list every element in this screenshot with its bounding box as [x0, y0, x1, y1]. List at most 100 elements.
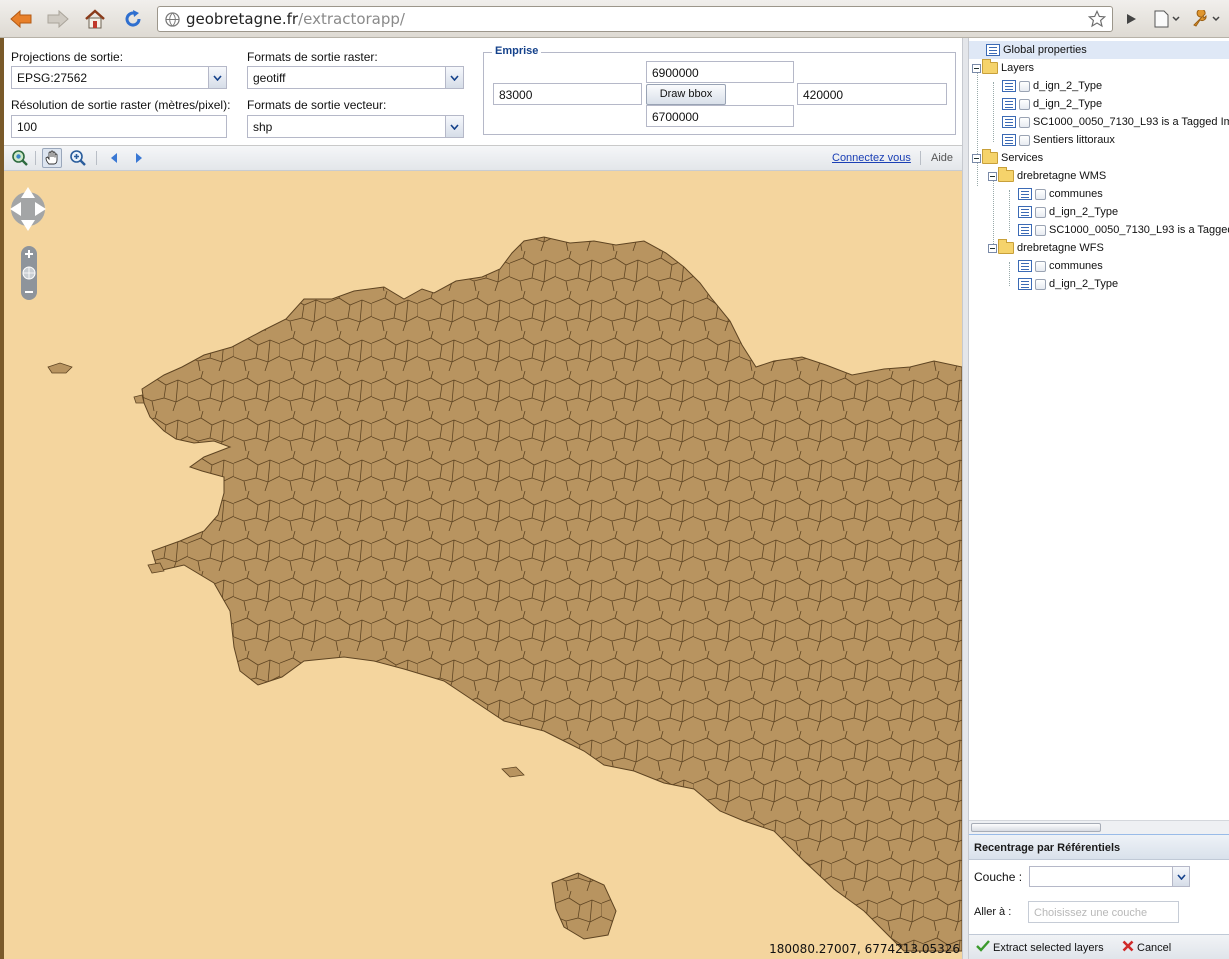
- login-link[interactable]: Connectez vous: [832, 152, 911, 164]
- tree-node-label: d_ign_2_Type: [1049, 206, 1119, 219]
- collapse-icon[interactable]: [988, 243, 997, 253]
- tree-guide: [1009, 190, 1010, 232]
- tree-node-label: d_ign_2_Type: [1049, 278, 1119, 291]
- reload-icon[interactable]: [120, 6, 146, 32]
- wrench-menu-icon[interactable]: [1190, 6, 1224, 32]
- vector-format-label: Formats de sortie vecteur:: [247, 98, 387, 112]
- tree-horizontal-scrollbar[interactable]: [969, 820, 1229, 834]
- recentrage-title: Recentrage par Référentiels: [969, 835, 1229, 860]
- check-icon: [976, 940, 990, 955]
- emprise-fieldset: Emprise 6900000 83000 Draw bbox 420000 6…: [483, 45, 956, 135]
- browser-toolbar: geobretagne.fr/extractorapp/: [0, 0, 1229, 38]
- tree-guide: [977, 64, 978, 186]
- cancel-button[interactable]: Cancel: [1122, 940, 1171, 955]
- chevron-down-icon[interactable]: [1172, 867, 1189, 886]
- layer-icon: [1018, 260, 1032, 273]
- extraction-options-form: Projections de sortie: EPSG:27562 Format…: [4, 38, 962, 146]
- tree-node-layer[interactable]: d_ign_2_Type: [1018, 203, 1118, 221]
- bbox-south-input[interactable]: 6700000: [646, 105, 794, 127]
- projection-select[interactable]: EPSG:27562: [11, 66, 227, 89]
- couche-select[interactable]: [1029, 866, 1190, 887]
- scrollbar-thumb[interactable]: [971, 823, 1101, 832]
- raster-format-select[interactable]: geotiff: [247, 66, 464, 89]
- layer-checkbox[interactable]: [1035, 260, 1046, 272]
- tree-node-layer[interactable]: SC1000_0050_7130_L93 is a Tagged Image: [1002, 113, 1229, 131]
- bbox-north-input[interactable]: 6900000: [646, 61, 794, 83]
- tree-node-layer[interactable]: communes: [1018, 257, 1103, 275]
- layer-icon: [1002, 116, 1016, 129]
- tree-node-layer[interactable]: Sentiers littoraux: [1002, 131, 1115, 149]
- tree-node-layer[interactable]: d_ign_2_Type: [1002, 95, 1102, 113]
- chevron-down-icon[interactable]: [445, 67, 463, 88]
- toolbar-separator: [920, 151, 921, 165]
- tree-node-wfs[interactable]: drebretagne WFS: [988, 239, 1104, 257]
- map-viewport[interactable]: 180080.27007, 6774213.05326: [4, 171, 962, 959]
- pan-control[interactable]: [10, 185, 46, 240]
- next-view-icon[interactable]: [129, 148, 149, 168]
- layer-checkbox[interactable]: [1035, 206, 1046, 218]
- tree-node-label: Layers: [1001, 62, 1035, 75]
- tree-node-layer[interactable]: communes: [1018, 185, 1103, 203]
- collapse-icon[interactable]: [972, 153, 981, 163]
- page-menu-icon[interactable]: [1150, 6, 1184, 32]
- bbox-east-input[interactable]: 420000: [797, 83, 947, 105]
- tree-node-wms[interactable]: drebretagne WMS: [988, 167, 1106, 185]
- layer-checkbox[interactable]: [1019, 116, 1030, 128]
- help-link[interactable]: Aide: [931, 152, 953, 164]
- panel-splitter[interactable]: [962, 38, 969, 959]
- address-bar[interactable]: geobretagne.fr/extractorapp/: [157, 6, 1113, 32]
- layer-checkbox[interactable]: [1019, 134, 1030, 146]
- tree-node-label: communes: [1049, 260, 1103, 273]
- url-host: geobretagne.fr: [186, 10, 299, 28]
- resolution-input[interactable]: 100: [11, 115, 227, 138]
- tree-node-global-properties[interactable]: Global properties: [969, 41, 1229, 59]
- tree-node-layer[interactable]: d_ign_2_Type: [1002, 77, 1102, 95]
- forward-arrow-icon[interactable]: [45, 6, 71, 32]
- layer-checkbox[interactable]: [1035, 188, 1046, 200]
- properties-icon: [986, 44, 1000, 57]
- zoom-to-max-extent-icon[interactable]: [10, 148, 30, 168]
- folder-icon: [982, 149, 998, 165]
- collapse-icon[interactable]: [988, 171, 997, 181]
- tree-node-label: Services: [1001, 152, 1044, 165]
- tree-node-layers[interactable]: Layers: [972, 59, 1034, 77]
- aller-label: Aller à :: [974, 906, 1012, 918]
- vector-format-select[interactable]: shp: [247, 115, 464, 138]
- tree-node-layer[interactable]: d_ign_2_Type: [1018, 275, 1118, 293]
- cancel-button-label: Cancel: [1137, 941, 1172, 954]
- zoom-in-icon[interactable]: [68, 148, 88, 168]
- chevron-down-icon[interactable]: [208, 67, 226, 88]
- home-icon[interactable]: [82, 6, 108, 32]
- url-text: geobretagne.fr/extractorapp/: [186, 10, 405, 28]
- zoom-control[interactable]: [19, 246, 39, 303]
- folder-icon: [998, 239, 1014, 255]
- brittany-communes-layer: [4, 171, 962, 959]
- extract-button[interactable]: Extract selected layers: [976, 940, 1104, 955]
- layer-checkbox[interactable]: [1035, 224, 1046, 236]
- tree-node-label: drebretagne WFS: [1017, 242, 1104, 255]
- recentrage-panel: Recentrage par Référentiels Couche : All…: [969, 834, 1229, 959]
- layer-checkbox[interactable]: [1019, 98, 1030, 110]
- back-arrow-icon[interactable]: [8, 6, 34, 32]
- play-icon[interactable]: [1118, 6, 1144, 32]
- tree-node-label: SC1000_0050_7130_L93 is a Tagged Image: [1033, 116, 1229, 129]
- tree-guide: [993, 82, 994, 142]
- tree-node-label: drebretagne WMS: [1017, 170, 1107, 183]
- bookmark-star-icon[interactable]: [1087, 9, 1107, 31]
- layer-icon: [1018, 278, 1032, 291]
- layer-checkbox[interactable]: [1019, 80, 1030, 92]
- collapse-icon[interactable]: [972, 63, 981, 73]
- tree-node-layer[interactable]: SC1000_0050_7130_L93 is a Tagged Image: [1018, 221, 1229, 239]
- pan-hand-icon[interactable]: [42, 148, 62, 168]
- bbox-west-input[interactable]: 83000: [493, 83, 642, 105]
- layer-icon: [1018, 206, 1032, 219]
- draw-bbox-button[interactable]: Draw bbox: [646, 84, 726, 105]
- previous-view-icon[interactable]: [104, 148, 124, 168]
- tree-node-services[interactable]: Services: [972, 149, 1043, 167]
- globe-icon: [165, 11, 180, 27]
- folder-icon: [982, 59, 998, 75]
- chevron-down-icon[interactable]: [445, 116, 463, 137]
- aller-input[interactable]: Choisissez une couche: [1028, 901, 1179, 923]
- action-bar: Extract selected layers Cancel: [969, 934, 1229, 959]
- layer-checkbox[interactable]: [1035, 278, 1046, 290]
